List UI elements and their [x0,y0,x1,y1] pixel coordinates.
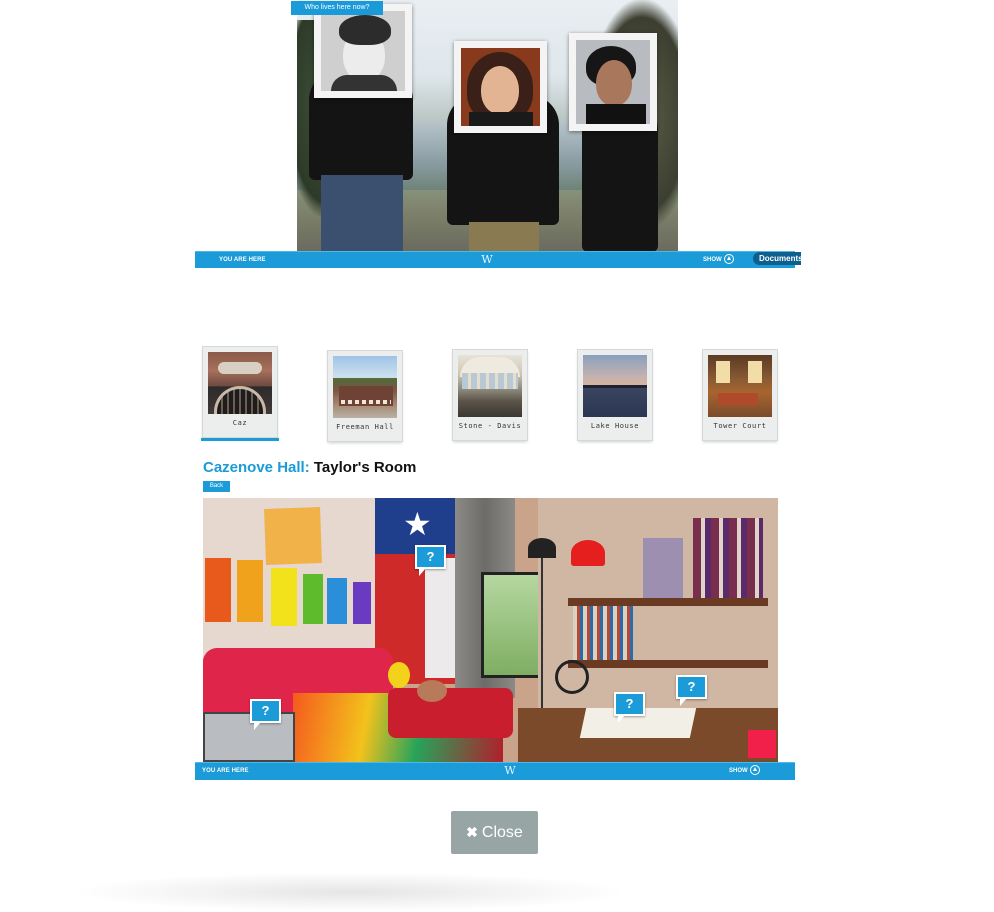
chevron-up-icon [723,254,734,265]
dorm-label: Stone - Davis [458,422,522,430]
dorm-thumbnail [708,355,772,417]
room-bottom-bar: YOU ARE HERE W SHOW [195,762,795,780]
dorm-polaroid-lake-house[interactable]: Lake House [578,350,652,440]
hero-photo [297,0,678,252]
dorm-label: Caz [232,419,248,427]
hero-bottom-bar: YOU ARE HERE W SHOW [195,251,795,268]
documents-button[interactable]: Documents [753,252,801,265]
room-name: Taylor's Room [313,459,417,476]
dorm-thumbnail [583,355,647,417]
hotspot-laptop[interactable]: ? [250,699,281,730]
you-are-here-label: YOU ARE HERE [202,768,249,774]
dorm-thumbnail [208,352,272,414]
show-toggle[interactable]: SHOW [729,763,760,779]
show-toggle[interactable]: SHOW [703,252,734,268]
dorm-thumbnail [458,355,522,417]
portrait-frame [314,4,412,98]
dorm-label: Tower Court [713,422,767,430]
you-are-here-label: YOU ARE HERE [219,257,266,263]
dorm-polaroid-freeman[interactable]: Freeman Hall [328,351,402,441]
back-button[interactable]: Back [203,481,230,492]
portrait-frame [569,33,657,131]
hall-name: Cazenove Hall: [203,459,310,476]
close-label: Close [481,824,523,841]
portrait-frame [454,41,547,133]
dorm-label: Lake House [590,422,640,430]
hotspot-notebook[interactable]: ? [676,675,707,706]
dorm-polaroid-caz[interactable]: Caz [203,347,277,437]
wellesley-logo: W [504,764,516,777]
dorm-label: Freeman Hall [336,423,394,431]
dorm-polaroid-tower-court[interactable]: Tower Court [703,350,777,440]
chevron-up-icon [749,765,760,776]
who-lives-here-tag[interactable]: Who lives here now? [291,1,383,15]
room-title: Cazenove Hall: Taylor's Room [203,459,416,476]
show-label: SHOW [703,257,722,263]
wellesley-logo: W [481,253,493,266]
room-photo: ★ ? ? ? ? [203,498,778,762]
dorm-polaroid-stone-davis[interactable]: Stone - Davis [453,350,527,440]
close-icon: ✖ [466,824,478,840]
modal-shadow [70,872,630,912]
selected-indicator [201,438,279,441]
show-label: SHOW [729,768,748,774]
hotspot-flag[interactable]: ? [415,545,446,576]
hotspot-desk[interactable]: ? [614,692,645,723]
dorm-thumbnail [333,356,397,418]
close-button[interactable]: ✖ Close [451,811,538,854]
